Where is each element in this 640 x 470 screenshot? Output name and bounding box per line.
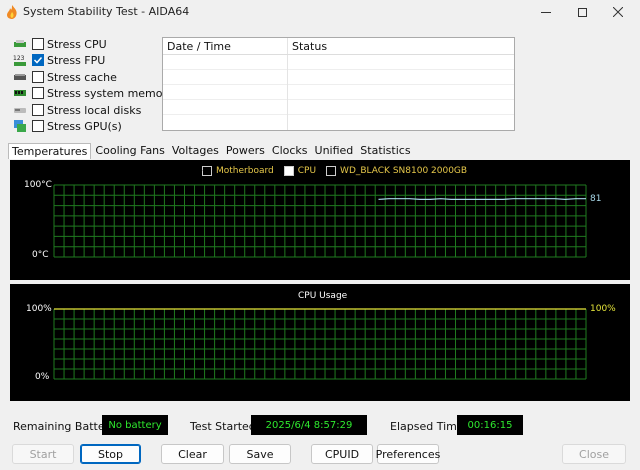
- temp-y-max-label: 100°C: [24, 180, 52, 190]
- datetime-column-header[interactable]: Date / Time: [163, 38, 288, 54]
- temp-current-value: 81: [590, 194, 602, 204]
- test-started-value: 2025/6/4 8:57:29: [251, 415, 367, 435]
- stress-fpu-label: Stress FPU: [47, 53, 106, 67]
- close-icon: [613, 7, 623, 17]
- log-empty-row: [163, 115, 514, 130]
- close-button[interactable]: Close: [562, 444, 626, 464]
- temperature-legend: Motherboard CPU WD_BLACK SN8100 2000GB: [202, 166, 477, 176]
- aida64-flame-icon: [6, 4, 18, 19]
- log-header: Date / Time Status: [163, 38, 514, 55]
- maximize-icon: [577, 7, 587, 17]
- elapsed-time-label: Elapsed Time:: [390, 420, 468, 433]
- start-button[interactable]: Start: [12, 444, 74, 464]
- stress-memory-checkbox[interactable]: [32, 87, 44, 99]
- stress-gpu-option[interactable]: Stress GPU(s): [12, 118, 122, 134]
- svg-text:123: 123: [13, 55, 25, 62]
- stress-cpu-label: Stress CPU: [47, 37, 107, 51]
- graph-tabs: Temperatures Cooling Fans Voltages Power…: [8, 143, 415, 159]
- elapsed-time-value: 00:16:15: [457, 415, 523, 435]
- fpu-123-icon: 123: [12, 53, 28, 67]
- save-button[interactable]: Save: [229, 444, 291, 464]
- test-started-label: Test Started:: [190, 420, 260, 433]
- legend-cpu-label: CPU: [297, 166, 317, 176]
- temp-y-min-label: 0°C: [32, 250, 49, 260]
- cpu-usage-chart-svg: [53, 308, 587, 380]
- gpu-icon: [12, 119, 28, 133]
- stress-gpu-checkbox[interactable]: [32, 120, 44, 132]
- tab-powers[interactable]: Powers: [223, 143, 268, 159]
- minimize-icon: [541, 11, 551, 13]
- log-empty-row: [163, 55, 514, 70]
- tab-statistics[interactable]: Statistics: [357, 143, 413, 159]
- stop-button[interactable]: Stop: [80, 444, 141, 464]
- maximize-button[interactable]: [568, 2, 596, 22]
- cpu-current-value: 100%: [590, 304, 616, 314]
- cpu-graph-title: CPU Usage: [298, 291, 348, 301]
- stress-memory-label: Stress system memory: [47, 86, 174, 100]
- disk-icon: [12, 103, 28, 117]
- preferences-button[interactable]: Preferences: [376, 444, 440, 464]
- log-empty-row: [163, 70, 514, 85]
- tab-clocks[interactable]: Clocks: [269, 143, 311, 159]
- stress-cache-checkbox[interactable]: [32, 71, 44, 83]
- cpu-y-max-label: 100%: [26, 304, 52, 314]
- cache-icon: [12, 70, 28, 84]
- stress-disks-label: Stress local disks: [47, 103, 142, 117]
- remaining-battery-value: No battery: [102, 415, 168, 435]
- stress-cpu-option[interactable]: Stress CPU: [12, 36, 107, 52]
- tab-voltages[interactable]: Voltages: [169, 143, 222, 159]
- legend-ssd-label: WD_BLACK SN8100 2000GB: [340, 166, 468, 176]
- cpuid-button[interactable]: CPUID: [311, 444, 373, 464]
- temperature-chart-svg: [53, 184, 587, 258]
- title-bar: System Stability Test - AIDA64: [0, 0, 640, 24]
- legend-ssd-checkbox[interactable]: [326, 166, 337, 176]
- status-column-header[interactable]: Status: [288, 38, 331, 54]
- temperature-graph: Motherboard CPU WD_BLACK SN8100 2000GB 1…: [10, 160, 630, 280]
- log-empty-row: [163, 85, 514, 100]
- window-title: System Stability Test - AIDA64: [23, 5, 190, 18]
- cpu-usage-graph: CPU Usage 100% 0% 100%: [10, 284, 630, 401]
- stress-disks-checkbox[interactable]: [32, 104, 44, 116]
- close-window-button[interactable]: [604, 2, 632, 22]
- memory-icon: [12, 86, 28, 100]
- stress-cache-option[interactable]: Stress cache: [12, 69, 117, 85]
- stress-cache-label: Stress cache: [47, 70, 117, 84]
- stress-memory-option[interactable]: Stress system memory: [12, 85, 174, 101]
- cpu-y-min-label: 0%: [35, 372, 50, 382]
- cpu-icon: [12, 37, 28, 51]
- legend-cpu-checkbox[interactable]: [202, 166, 294, 176]
- tab-temperatures[interactable]: Temperatures: [8, 143, 92, 159]
- tab-cooling-fans[interactable]: Cooling Fans: [92, 143, 167, 159]
- clear-button[interactable]: Clear: [161, 444, 224, 464]
- stress-gpu-label: Stress GPU(s): [47, 119, 122, 133]
- stress-cpu-checkbox[interactable]: [32, 38, 44, 50]
- legend-ssd[interactable]: WD_BLACK SN8100 2000GB: [326, 166, 467, 176]
- minimize-button[interactable]: [532, 2, 560, 22]
- legend-motherboard[interactable]: Motherboard: [202, 166, 274, 176]
- status-log-table[interactable]: Date / Time Status: [162, 37, 515, 131]
- tab-unified[interactable]: Unified: [312, 143, 357, 159]
- cpu-temperature-line: [378, 198, 586, 201]
- legend-motherboard-label: Motherboard: [216, 166, 274, 176]
- stress-disks-option[interactable]: Stress local disks: [12, 102, 141, 118]
- stress-fpu-option[interactable]: 123 Stress FPU: [12, 52, 105, 68]
- stress-fpu-checkbox[interactable]: [32, 54, 44, 66]
- log-empty-row: [163, 100, 514, 115]
- legend-cpu[interactable]: CPU: [202, 166, 317, 176]
